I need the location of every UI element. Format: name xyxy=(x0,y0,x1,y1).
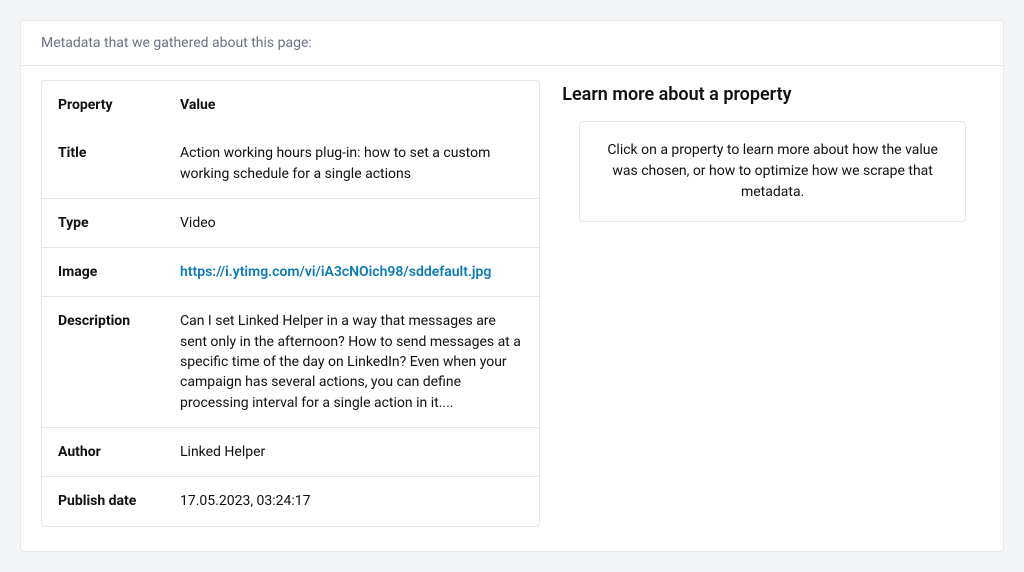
row-publish-value: 17.05.2023, 03:24:17 xyxy=(164,477,539,525)
col-value: Value xyxy=(164,81,539,129)
metadata-card: Metadata that we gathered about this pag… xyxy=(20,20,1004,552)
row-image-label: Image xyxy=(42,248,164,297)
table-header-row: Property Value xyxy=(42,81,539,129)
row-title-label: Title xyxy=(42,129,164,199)
metadata-table-wrapper: Property Value Title Action working hour… xyxy=(41,80,540,527)
sidebar-hint: Click on a property to learn more about … xyxy=(579,121,966,222)
row-title[interactable]: Title Action working hours plug-in: how … xyxy=(42,129,539,199)
col-property: Property xyxy=(42,81,164,129)
row-type-value: Video xyxy=(164,199,539,248)
row-type[interactable]: Type Video xyxy=(42,199,539,248)
row-author[interactable]: Author Linked Helper xyxy=(42,428,539,477)
row-description-value: Can I set Linked Helper in a way that me… xyxy=(164,297,539,427)
row-type-label: Type xyxy=(42,199,164,248)
row-image[interactable]: Image https://i.ytimg.com/vi/iA3cNOich98… xyxy=(42,248,539,297)
row-description-label: Description xyxy=(42,297,164,427)
row-author-value: Linked Helper xyxy=(164,428,539,477)
row-title-value: Action working hours plug-in: how to set… xyxy=(164,129,539,199)
sidebar-title: Learn more about a property xyxy=(562,84,983,105)
row-publish[interactable]: Publish date 17.05.2023, 03:24:17 xyxy=(42,477,539,525)
row-image-link[interactable]: https://i.ytimg.com/vi/iA3cNOich98/sddef… xyxy=(180,264,491,280)
sidebar: Learn more about a property Click on a p… xyxy=(562,80,983,527)
card-body: Property Value Title Action working hour… xyxy=(21,66,1003,551)
card-header-text: Metadata that we gathered about this pag… xyxy=(21,21,1003,66)
row-publish-label: Publish date xyxy=(42,477,164,525)
metadata-table: Property Value Title Action working hour… xyxy=(41,80,540,527)
row-description[interactable]: Description Can I set Linked Helper in a… xyxy=(42,297,539,427)
row-author-label: Author xyxy=(42,428,164,477)
